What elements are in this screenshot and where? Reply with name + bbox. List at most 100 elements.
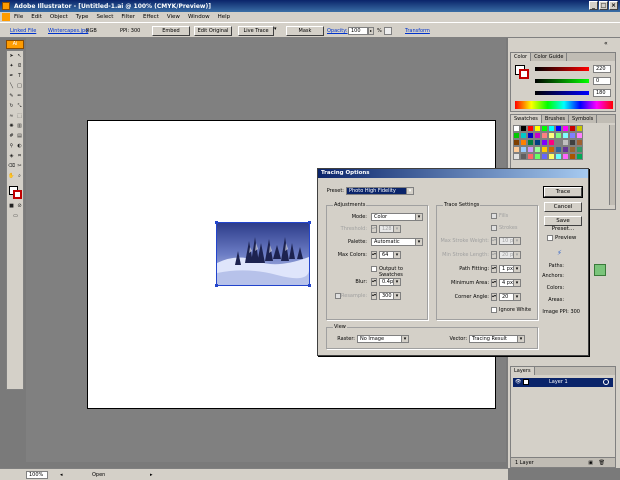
rotate-tool-icon[interactable]: ↻ [8, 103, 15, 110]
selection-tool-icon[interactable]: ➤ [8, 53, 15, 60]
swatch[interactable] [555, 125, 562, 132]
swatch[interactable] [576, 146, 583, 153]
fills-checkbox[interactable] [491, 213, 497, 219]
swatch[interactable] [541, 132, 548, 139]
save-preset-button[interactable]: Save Preset... [544, 216, 582, 232]
swatch[interactable] [520, 125, 527, 132]
none-mode-icon[interactable]: ⊘ [16, 203, 23, 210]
swatch[interactable] [569, 125, 576, 132]
preview-checkbox[interactable] [547, 235, 553, 241]
swatch[interactable] [562, 139, 569, 146]
screen-mode-icon[interactable]: ▭ [12, 213, 19, 220]
gradient-tool-icon[interactable]: ▤ [16, 133, 23, 140]
swatch[interactable] [548, 153, 555, 160]
swatch[interactable] [513, 125, 520, 132]
live-paint-icon[interactable]: ◈ [8, 153, 15, 160]
opacity-dropdown-icon[interactable]: ▸ [368, 27, 374, 35]
max-stroke-spinner[interactable]: ▴▾ [491, 237, 497, 245]
embed-button[interactable]: Embed [152, 26, 190, 36]
tab-symbols[interactable]: Symbols [569, 115, 598, 123]
swatch[interactable] [569, 132, 576, 139]
blue-value[interactable]: 180 [593, 89, 611, 97]
minimize-button[interactable]: _ [589, 1, 598, 10]
red-value[interactable]: 220 [593, 65, 611, 73]
transform-link[interactable]: Transform [405, 28, 430, 34]
resample-spinner[interactable]: ▴▾ [371, 292, 377, 300]
swatch[interactable] [534, 125, 541, 132]
close-button[interactable]: × [609, 1, 618, 10]
mode-select[interactable]: Color [371, 213, 423, 221]
swatch[interactable] [562, 132, 569, 139]
swatch[interactable] [534, 146, 541, 153]
swatch[interactable] [534, 139, 541, 146]
swatch[interactable] [527, 146, 534, 153]
slice-tool-icon[interactable]: ⌗ [16, 153, 23, 160]
selection-handle[interactable] [215, 221, 218, 224]
live-trace-button[interactable]: Live Trace [238, 26, 274, 36]
zoom-field[interactable]: 100% [26, 471, 48, 479]
trace-button[interactable]: Trace [543, 186, 583, 198]
edit-original-button[interactable]: Edit Original [194, 26, 232, 36]
selection-handle[interactable] [308, 221, 311, 224]
lasso-icon[interactable]: ᘓ [16, 63, 23, 70]
swatch[interactable] [541, 153, 548, 160]
blend-tool-icon[interactable]: ◐ [16, 143, 23, 150]
line-tool-icon[interactable]: ╲ [8, 83, 15, 90]
status-arrow-icon[interactable]: ◂ [60, 472, 63, 478]
swatch[interactable] [534, 153, 541, 160]
menu-effect[interactable]: Effect [143, 14, 159, 20]
swatch[interactable] [562, 125, 569, 132]
swatch[interactable] [527, 139, 534, 146]
new-layer-icon[interactable]: ▣ [588, 458, 593, 468]
graph-tool-icon[interactable]: ▥ [16, 123, 23, 130]
swatch[interactable] [562, 146, 569, 153]
menu-select[interactable]: Select [96, 14, 113, 20]
target-icon[interactable] [603, 379, 609, 385]
global-icon[interactable] [384, 27, 392, 35]
swatch[interactable] [555, 153, 562, 160]
zoom-tool-icon[interactable]: ⌕ [16, 173, 23, 180]
min-stroke-spinner[interactable]: ▴▾ [491, 251, 497, 259]
opacity-label[interactable]: Opacity: [327, 28, 348, 34]
swatch[interactable] [548, 139, 555, 146]
tab-swatches[interactable]: Swatches [511, 115, 542, 123]
swatch[interactable] [555, 139, 562, 146]
path-fitting-spinner[interactable]: ▴▾ [491, 265, 497, 273]
red-slider[interactable] [535, 67, 589, 71]
resample-field[interactable]: 300 px [379, 292, 401, 300]
rectangle-tool-icon[interactable]: □ [16, 83, 23, 90]
linked-file-link[interactable]: Linked File [10, 28, 36, 34]
green-value[interactable]: 0 [593, 77, 611, 85]
swatch[interactable] [534, 132, 541, 139]
swatch[interactable] [541, 125, 548, 132]
blur-spinner[interactable]: ▴▾ [371, 278, 377, 286]
swatch[interactable] [541, 146, 548, 153]
swatch[interactable] [548, 125, 555, 132]
layer-name[interactable]: Layer 1 [549, 378, 568, 387]
menu-object[interactable]: Object [50, 14, 68, 20]
corner-angle-field[interactable]: 20 [499, 293, 521, 301]
maximize-button[interactable]: □ [599, 1, 608, 10]
swatch[interactable] [541, 139, 548, 146]
eyedropper-icon[interactable]: ⚲ [8, 143, 15, 150]
menu-help[interactable]: Help [218, 14, 231, 20]
swatch[interactable] [520, 146, 527, 153]
color-stroke-swatch[interactable] [519, 69, 529, 79]
max-colors-field[interactable]: 64 [379, 251, 401, 259]
free-transform-icon[interactable]: ⬚ [16, 113, 23, 120]
tab-color-guide[interactable]: Color Guide [531, 53, 568, 61]
swatch[interactable] [576, 139, 583, 146]
max-stroke-field[interactable]: 10 px [499, 237, 521, 245]
cancel-button[interactable]: Cancel [544, 202, 582, 212]
threshold-spinner[interactable]: ▴▾ [371, 225, 377, 233]
swatch-grid[interactable] [513, 125, 583, 161]
direct-selection-tool-icon[interactable]: ↖ [16, 53, 23, 60]
swatch[interactable] [548, 146, 555, 153]
tab-layers[interactable]: Layers [511, 367, 535, 375]
blur-field[interactable]: 0.4px [379, 278, 401, 286]
pencil-icon[interactable]: ✏ [16, 93, 23, 100]
scissors-icon[interactable]: ✂ [16, 163, 23, 170]
layer-row[interactable]: 👁 Layer 1 [513, 378, 613, 387]
swatch[interactable] [520, 132, 527, 139]
filename-link[interactable]: Wintercapes.jpg [48, 28, 88, 34]
